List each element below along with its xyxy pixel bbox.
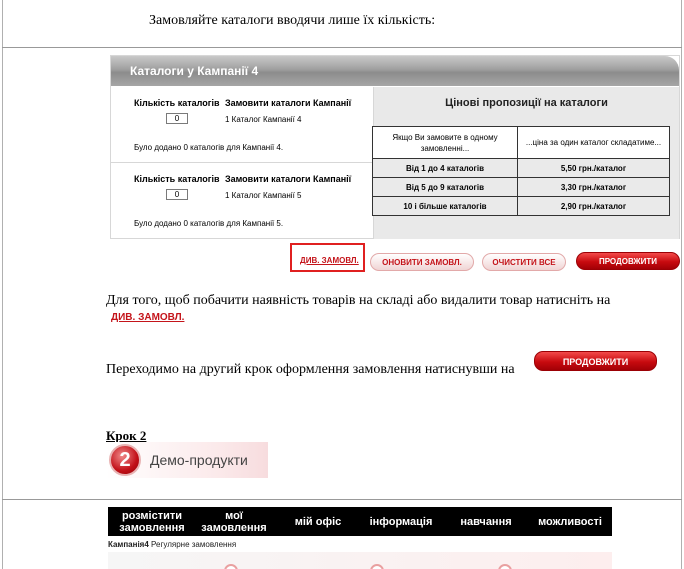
qty-header: Кількість каталогів bbox=[134, 98, 220, 108]
price-table: Якщо Ви замовите в одному замовленні... … bbox=[372, 126, 670, 216]
nav-item-my-office[interactable]: мій офіс bbox=[284, 507, 352, 536]
step-circle-icon bbox=[224, 564, 238, 569]
campaign-block: Кількість каталогів Замовити каталоги Ка… bbox=[111, 163, 373, 239]
demo-products-banner: 2 Демо-продукти bbox=[106, 442, 268, 478]
price-table-cell: 3,30 грн./каталог bbox=[517, 177, 670, 197]
price-panel-title: Цінові пропозиції на каталоги bbox=[445, 97, 608, 109]
price-table-cell: Від 1 до 4 каталогів bbox=[372, 158, 518, 178]
demo-products-label: Демо-продукти bbox=[150, 452, 248, 468]
view-order-inline-link[interactable]: ДИВ. ЗАМОВЛ. bbox=[111, 312, 184, 323]
price-table-header: Якщо Ви замовите в одному замовленні... bbox=[372, 126, 518, 159]
intro-text: Замовляйте каталоги вводячи лише їх кіль… bbox=[149, 13, 436, 28]
added-note: Було додано 0 каталогів для Кампанії 4. bbox=[134, 143, 284, 152]
nav-item-opportunities[interactable]: можливості bbox=[530, 507, 610, 536]
step-circle-icon bbox=[498, 564, 512, 569]
nav-item-information[interactable]: інформація bbox=[362, 507, 440, 536]
breadcrumb-campaign[interactable]: Кампанія4 bbox=[108, 540, 149, 549]
price-table-cell: Від 5 до 9 каталогів bbox=[372, 177, 518, 197]
main-nav: розмістити замовлення мої замовлення мій… bbox=[108, 507, 612, 536]
steps-strip bbox=[108, 552, 612, 569]
widget-title: Каталоги у Кампанії 4 bbox=[130, 64, 259, 78]
price-table-cell: 10 і більше каталогів bbox=[372, 196, 518, 216]
catalog-name: 1 Каталог Кампанії 5 bbox=[225, 191, 302, 200]
step-circle-icon bbox=[370, 564, 384, 569]
step-number-badge: 2 bbox=[109, 444, 141, 476]
nav-item-training[interactable]: навчання bbox=[452, 507, 520, 536]
update-order-button[interactable]: ОНОВИТИ ЗАМОВЛ. bbox=[370, 253, 474, 271]
order-header: Замовити каталоги Кампанії bbox=[225, 98, 352, 108]
breadcrumb-order-type[interactable]: Регулярне замовлення bbox=[151, 540, 236, 549]
divider-bottom bbox=[2, 499, 682, 500]
qty-header: Кількість каталогів bbox=[134, 174, 220, 184]
order-header: Замовити каталоги Кампанії bbox=[225, 174, 352, 184]
campaign-block: Кількість каталогів Замовити каталоги Ка… bbox=[111, 87, 373, 163]
clear-all-button[interactable]: ОЧИСТИТИ ВСЕ bbox=[482, 253, 566, 271]
price-table-cell: 2,90 грн./каталог bbox=[517, 196, 670, 216]
divider-top bbox=[2, 47, 682, 48]
instruction-paragraph: Для того, щоб побачити наявність товарів… bbox=[106, 293, 611, 308]
instruction-paragraph-2: Переходимо на другий крок оформлення зам… bbox=[106, 362, 515, 377]
nav-item-place-order[interactable]: розмістити замовлення bbox=[112, 507, 192, 536]
campaign-list: Кількість каталогів Замовити каталоги Ка… bbox=[111, 87, 373, 239]
widget-header: Каталоги у Кампанії 4 bbox=[111, 56, 679, 86]
view-order-link[interactable]: ДИВ. ЗАМОВЛ. bbox=[300, 256, 359, 265]
quantity-input[interactable]: 0 bbox=[166, 113, 188, 124]
quantity-input[interactable]: 0 bbox=[166, 189, 188, 200]
catalog-name: 1 Каталог Кампанії 4 bbox=[225, 115, 302, 124]
added-note: Було додано 0 каталогів для Кампанії 5. bbox=[134, 219, 284, 228]
continue-button[interactable]: ПРОДОВЖИТИ bbox=[576, 252, 680, 270]
price-table-cell: 5,50 грн./каталог bbox=[517, 158, 670, 178]
breadcrumb: Кампанія4 Регулярне замовлення bbox=[108, 540, 236, 549]
continue-button-inline[interactable]: ПРОДОВЖИТИ bbox=[534, 351, 657, 371]
nav-item-my-orders[interactable]: мої замовлення bbox=[196, 507, 272, 536]
price-table-header: ...ціна за один каталог складатиме... bbox=[517, 126, 670, 159]
